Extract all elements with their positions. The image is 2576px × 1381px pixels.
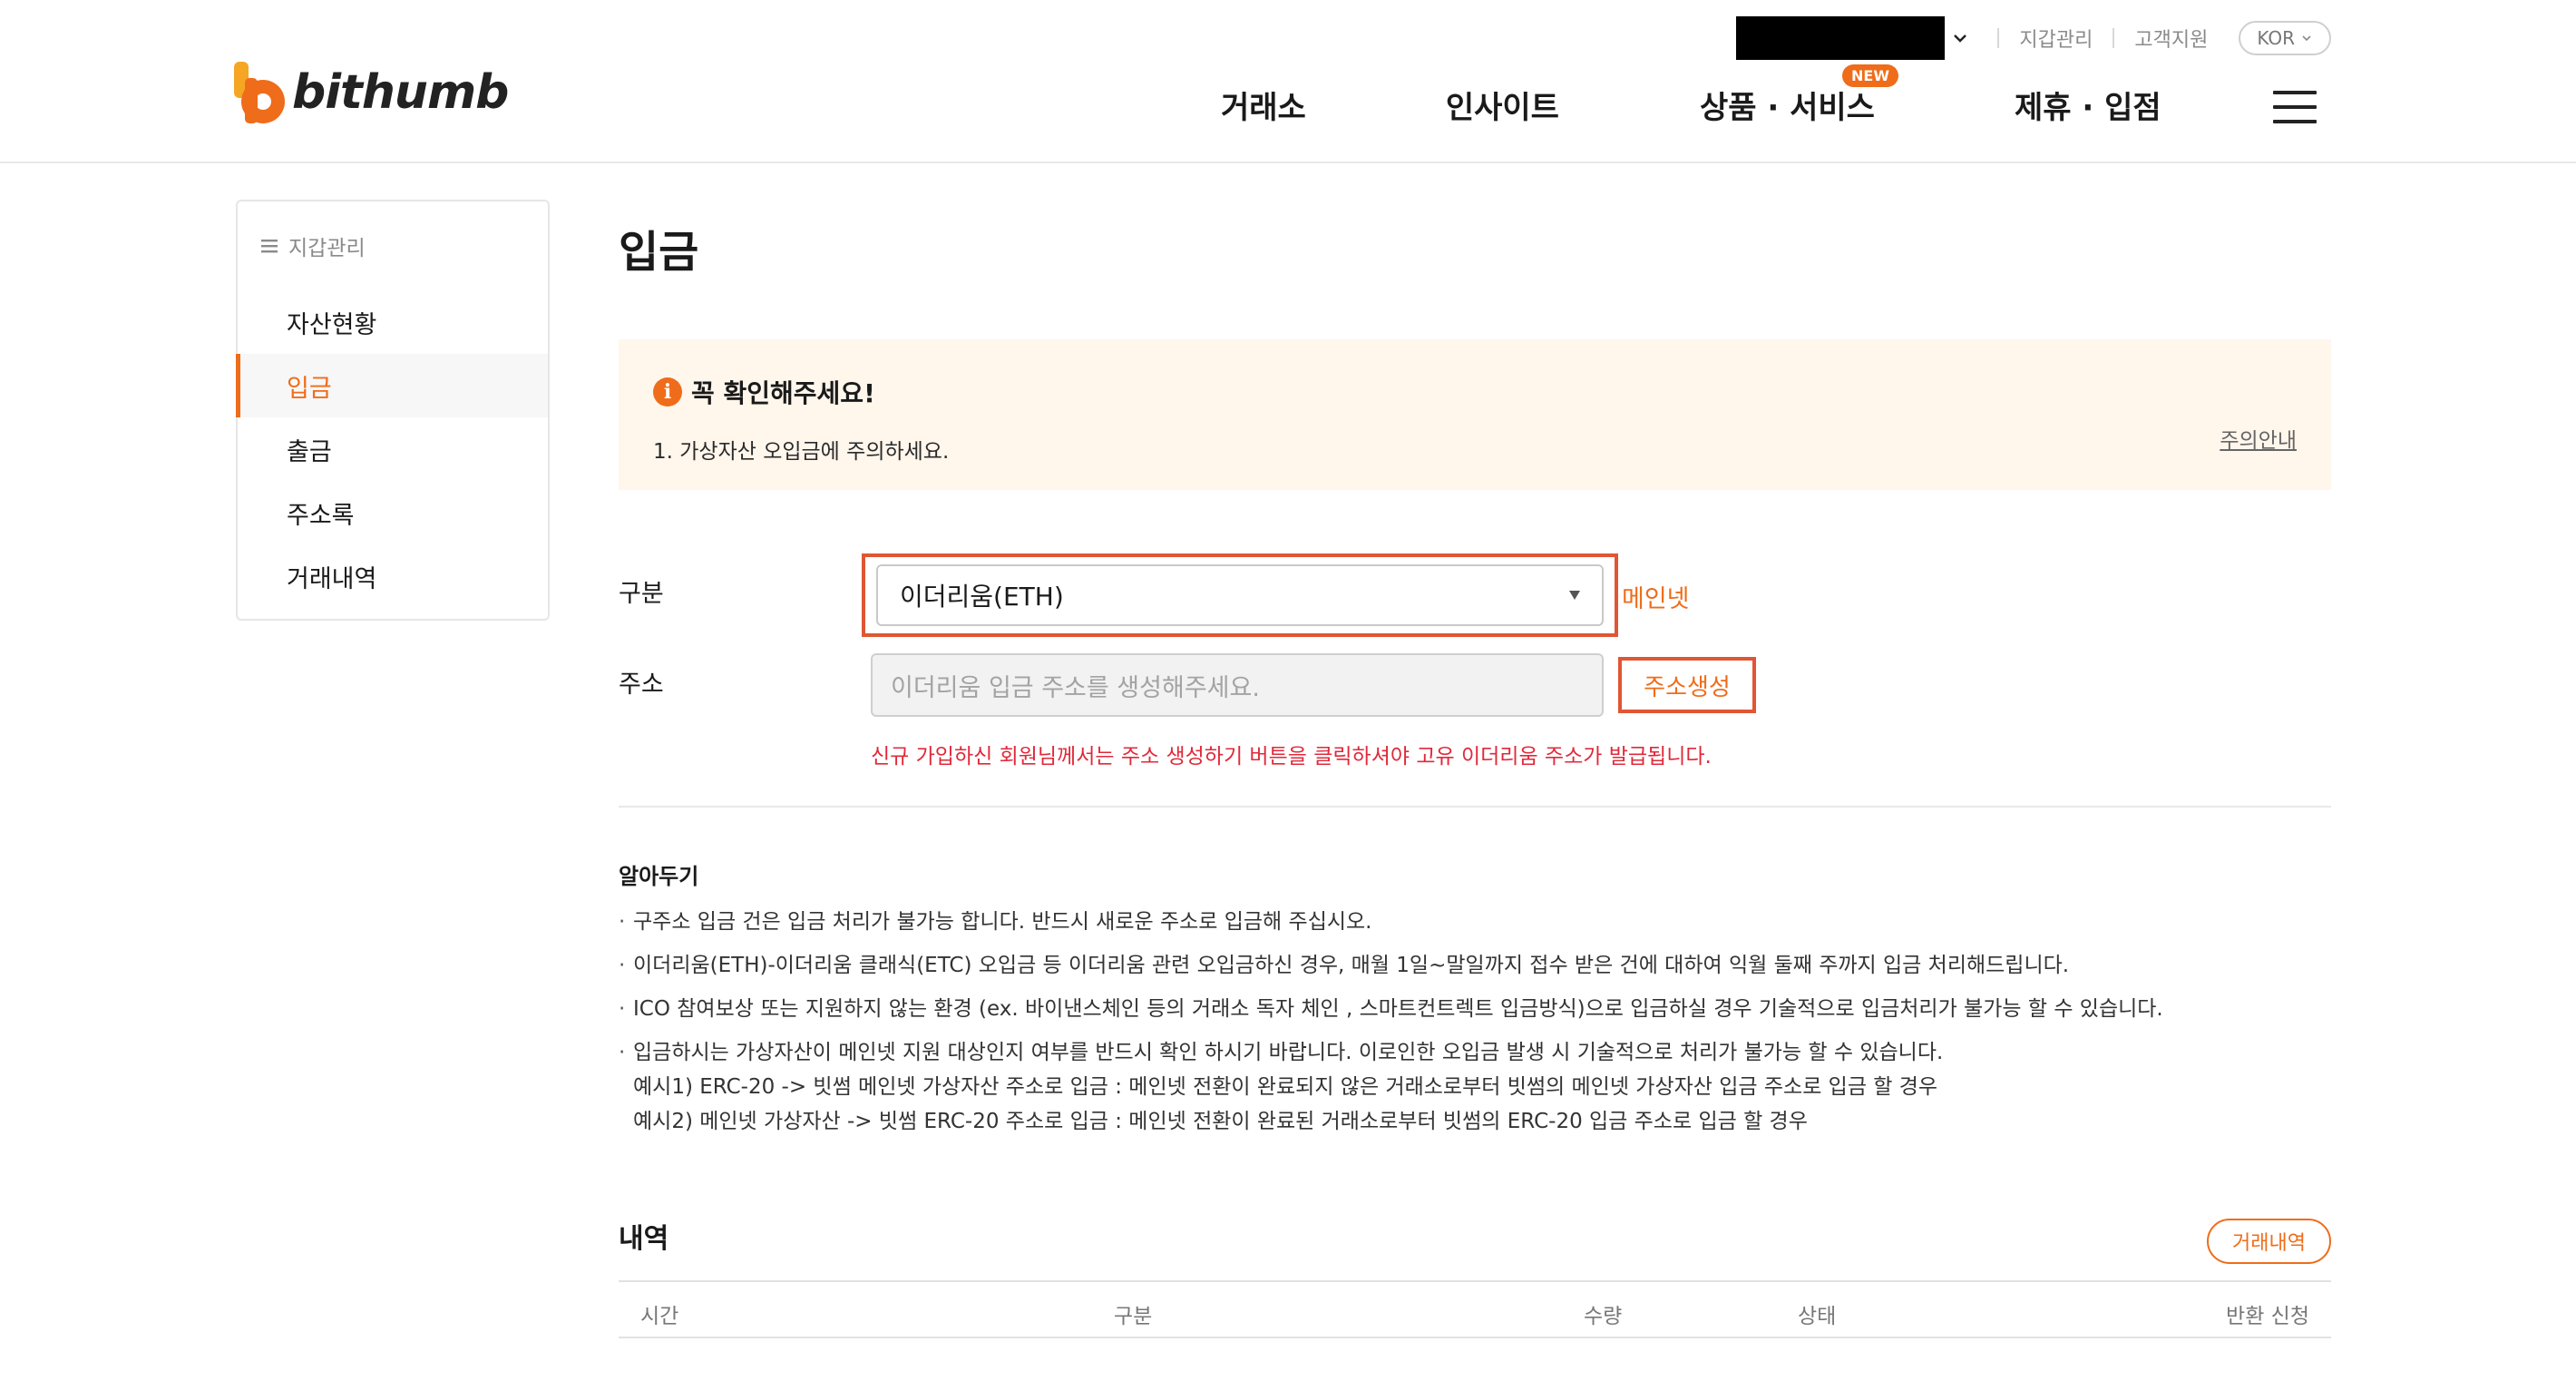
notice-text: 1. 가상자산 오입금에 주의하세요.	[653, 440, 950, 464]
guide-item: ICO 참여보상 또는 지원하지 않는 환경 (ex. 바이낸스체인 등의 거래…	[619, 992, 2331, 1026]
address-label: 주소	[619, 671, 664, 699]
divider	[2113, 28, 2115, 48]
page-title: 입금	[619, 227, 699, 278]
chevron-down-icon	[2302, 35, 2311, 42]
guide-item-text: 입금하시는 가상자산이 메인넷 지원 대상인지 여부를 반드시 확인 하시기 바…	[633, 1041, 1944, 1064]
generate-address-button[interactable]: 주소생성	[1644, 669, 1731, 702]
hamburger-menu-icon[interactable]	[2273, 91, 2317, 123]
logo-text: bithumb	[292, 65, 509, 120]
coin-select-highlight: 이더리움(ETH)	[862, 553, 1618, 637]
wallet-sidebar: 지갑관리 자산현황 입금 출금 주소록 거래내역	[236, 200, 550, 621]
sidebar-title: 지갑관리	[288, 237, 366, 260]
deposit-form: 구분 이더리움(ETH) 메인넷 주소 이더리움 입금 주소를 생성해주세요. …	[619, 553, 2331, 780]
nav-products-label: 상품 · 서비스	[1699, 89, 1875, 126]
sidebar-item-assets[interactable]: 자산현황	[238, 290, 548, 354]
guide-example: 예시2) 메인넷 가상자산 -> 빗썸 ERC-20 주소로 입금 : 메인넷 …	[633, 1110, 1808, 1133]
column-refund-request: 반환 신청	[2226, 1305, 2309, 1328]
bithumb-logo[interactable]: bithumb	[232, 56, 509, 129]
notice-title: 꼭 확인해주세요!	[691, 378, 875, 408]
sidebar-header: 지갑관리	[238, 201, 548, 290]
caution-guide-link[interactable]: 주의안내	[2220, 423, 2297, 454]
divider	[619, 806, 2331, 808]
column-status: 상태	[1798, 1305, 1837, 1328]
sidebar-item-deposit[interactable]: 입금	[236, 354, 548, 417]
transaction-history-button[interactable]: 거래내역	[2207, 1219, 2331, 1264]
sidebar-item-withdraw[interactable]: 출금	[238, 417, 548, 481]
column-type: 구분	[1114, 1305, 1153, 1328]
guide-list: 구주소 입금 건은 입금 처리가 불가능 합니다. 반드시 새로운 주소로 입금…	[619, 905, 2331, 1139]
sidebar-item-transactions[interactable]: 거래내역	[238, 544, 548, 608]
list-icon	[261, 240, 278, 253]
main-nav: 거래소 인사이트 상품 · 서비스 NEW 제휴 · 입점	[1221, 64, 2161, 129]
guide-title: 알아두기	[619, 864, 699, 889]
util-link-support[interactable]: 고객지원	[2134, 24, 2208, 53]
column-amount: 수량	[1584, 1305, 1623, 1328]
notice-heading: i 꼭 확인해주세요!	[653, 374, 2295, 410]
history-section: 내역 거래내역 시간 구분 수량 상태 반환 신청	[619, 1217, 2331, 1338]
generate-address-highlight: 주소생성	[1618, 657, 1756, 713]
nav-products-services[interactable]: 상품 · 서비스 NEW	[1699, 64, 1898, 127]
util-link-wallet[interactable]: 지갑관리	[2019, 24, 2093, 53]
deposit-address-field[interactable]: 이더리움 입금 주소를 생성해주세요.	[871, 653, 1604, 717]
new-badge: NEW	[1842, 64, 1898, 87]
bithumb-logo-icon	[234, 62, 285, 123]
language-select[interactable]: KOR	[2239, 21, 2331, 55]
guide-item: 입금하시는 가상자산이 메인넷 지원 대상인지 여부를 반드시 확인 하시기 바…	[619, 1035, 2331, 1139]
deposit-content: 입금 i 꼭 확인해주세요! 1. 가상자산 오입금에 주의하세요. 주의안내 …	[619, 200, 2331, 1338]
sidebar-menu: 자산현황 입금 출금 주소록 거래내역	[236, 290, 548, 608]
sidebar-item-address-book[interactable]: 주소록	[238, 481, 548, 544]
account-name-redacted[interactable]	[1736, 16, 1946, 60]
history-title: 내역	[619, 1223, 669, 1255]
guide-item: 구주소 입금 건은 입금 처리가 불가능 합니다. 반드시 새로운 주소로 입금…	[619, 905, 2331, 939]
caret-down-icon	[1569, 591, 1580, 600]
info-icon: i	[653, 377, 682, 406]
network-label: 메인넷	[1622, 585, 1690, 613]
nav-partnership[interactable]: 제휴 · 입점	[2015, 83, 2161, 127]
nav-insight[interactable]: 인사이트	[1446, 83, 1559, 127]
chevron-down-icon[interactable]	[1948, 26, 1972, 50]
divider	[1997, 28, 2000, 48]
history-table-header: 시간 구분 수량 상태 반환 신청	[619, 1280, 2331, 1338]
column-time: 시간	[640, 1305, 679, 1328]
selected-coin: 이더리움(ETH)	[900, 582, 1064, 612]
nav-exchange[interactable]: 거래소	[1221, 83, 1306, 127]
top-header: bithumb 지갑관리 고객지원 KOR 거래소 인사이트 상품 · 서비스 …	[0, 0, 2576, 163]
notice-box: i 꼭 확인해주세요! 1. 가상자산 오입금에 주의하세요. 주의안내	[619, 339, 2331, 490]
utility-bar: 지갑관리 고객지원 KOR	[1736, 16, 2331, 60]
guide-section: 알아두기 구주소 입금 건은 입금 처리가 불가능 합니다. 반드시 새로운 주…	[619, 858, 2331, 1139]
address-hint: 신규 가입하신 회원님께서는 주소 생성하기 버튼을 클릭하셔야 고유 이더리움…	[871, 745, 1712, 769]
guide-item: 이더리움(ETH)-이더리움 클래식(ETC) 오입금 등 이더리움 관련 오입…	[619, 948, 2331, 983]
type-label: 구분	[619, 580, 664, 608]
language-label: KOR	[2257, 27, 2295, 49]
guide-example: 예시1) ERC-20 -> 빗썸 메인넷 가상자산 주소로 입금 : 메인넷 …	[633, 1075, 1938, 1099]
coin-select[interactable]: 이더리움(ETH)	[876, 564, 1604, 626]
